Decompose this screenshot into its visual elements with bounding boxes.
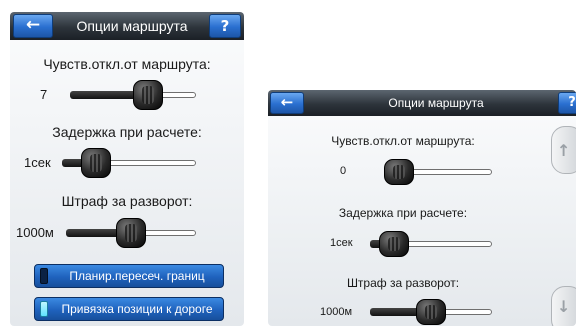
toggle-indicator-icon: [40, 301, 48, 317]
slider-knob[interactable]: [133, 80, 164, 110]
recalculation-delay-value: 1сек: [330, 237, 353, 249]
route-deviation-sensitivity-value: 0: [340, 165, 347, 177]
slider-knob[interactable]: [80, 148, 111, 178]
route-deviation-sensitivity-value: 7: [40, 87, 48, 102]
toggle-label: Привязка позиции к дороге: [61, 302, 213, 316]
u-turn-penalty-slider[interactable]: [66, 218, 196, 248]
u-turn-penalty-label: Штраф за разворот:: [346, 276, 460, 290]
arrow-left-icon: ←: [25, 15, 41, 35]
route-options-screen-large: ← Опции маршрута ? Чувств.откл.от маршру…: [10, 12, 244, 326]
snap-position-to-road-toggle[interactable]: Привязка позиции к дороге: [34, 297, 224, 321]
help-button[interactable]: ?: [558, 92, 576, 114]
back-button[interactable]: ←: [270, 92, 304, 114]
arrow-left-icon: ←: [280, 93, 294, 111]
recalculation-delay-value: 1сек: [24, 155, 51, 170]
scroll-down-arrow-icon: ↓: [557, 297, 571, 316]
u-turn-penalty-value: 1000м: [320, 306, 353, 318]
recalculation-delay-label: Задержка при расчете:: [52, 124, 202, 140]
slider-knob[interactable]: [384, 159, 414, 185]
toggle-indicator-icon: [40, 268, 48, 284]
border-crossing-planning-toggle[interactable]: Планир.пересеч. границ: [34, 264, 224, 288]
route-deviation-sensitivity-label: Чувств.откл.от маршрута:: [43, 56, 211, 72]
recalculation-delay-slider[interactable]: [62, 148, 196, 178]
u-turn-penalty-slider[interactable]: [370, 299, 492, 325]
u-turn-penalty-label: Штраф за разворот:: [61, 193, 193, 209]
page-title: Опции маршрута: [76, 18, 188, 34]
route-deviation-sensitivity-slider[interactable]: [384, 159, 492, 185]
back-button[interactable]: ←: [13, 14, 53, 38]
title-bar: ← Опции маршрута ?: [10, 12, 244, 40]
slider-knob[interactable]: [379, 231, 410, 257]
slider-knob[interactable]: [416, 299, 446, 325]
help-button[interactable]: ?: [209, 14, 241, 38]
route-deviation-sensitivity-slider[interactable]: [70, 80, 196, 110]
recalculation-delay-slider[interactable]: [370, 231, 492, 257]
recalculation-delay-label: Задержка при расчете:: [338, 206, 468, 220]
toggle-label: Планир.пересеч. границ: [69, 269, 205, 283]
scroll-down-button[interactable]: ↓: [551, 286, 576, 326]
route-options-screen-small: ← Опции маршрута ? Чувств.откл.от маршру…: [268, 90, 576, 326]
u-turn-penalty-value: 1000м: [16, 225, 54, 240]
scroll-up-button[interactable]: ↑: [551, 126, 576, 174]
title-bar: ← Опции маршрута ?: [268, 90, 576, 116]
slider-knob[interactable]: [116, 218, 146, 248]
scroll-up-arrow-icon: ↑: [557, 141, 571, 160]
route-deviation-sensitivity-label: Чувств.откл.от маршрута:: [331, 134, 475, 148]
page-title: Опции маршрута: [388, 96, 484, 110]
